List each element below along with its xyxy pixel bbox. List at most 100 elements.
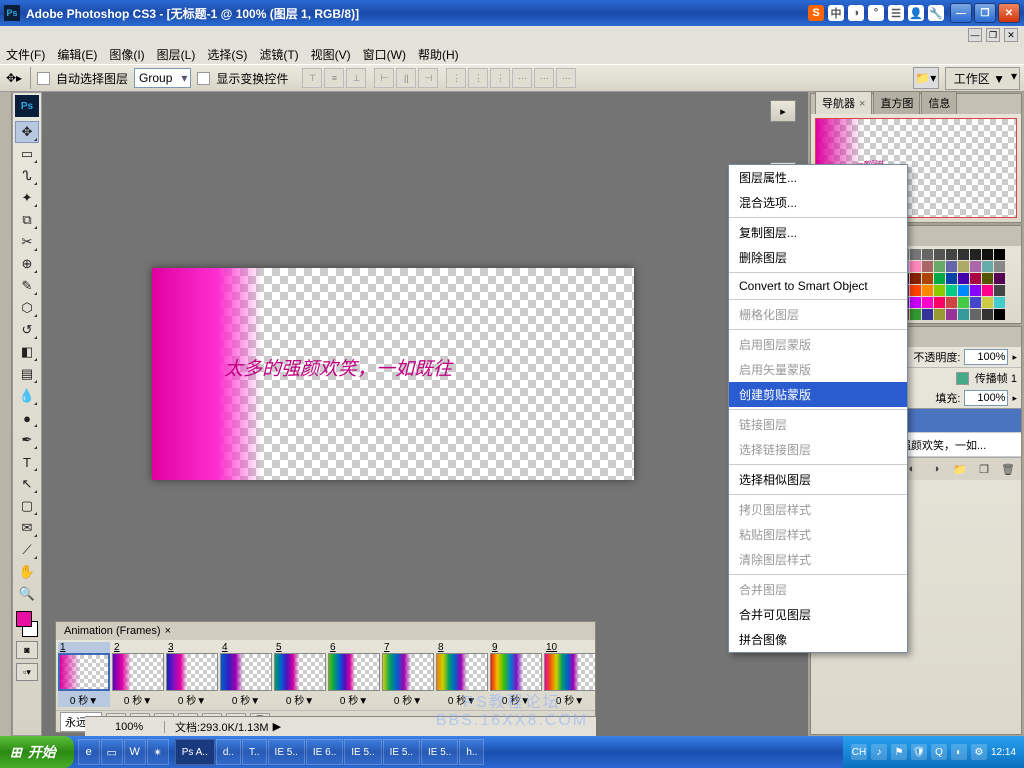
- color-swatches[interactable]: [14, 611, 40, 637]
- frame-7[interactable]: 70 秒▼: [382, 642, 434, 707]
- swatch[interactable]: [910, 297, 921, 308]
- align-vcenter[interactable]: ≡: [324, 68, 344, 88]
- zoom-field[interactable]: 100%: [85, 721, 165, 733]
- ctx-合并可见图层[interactable]: 合并可见图层: [729, 602, 907, 627]
- swatch[interactable]: [922, 261, 933, 272]
- ctx-选择相似图层[interactable]: 选择相似图层: [729, 467, 907, 492]
- swatch[interactable]: [922, 273, 933, 284]
- shape-tool[interactable]: ▢: [15, 495, 39, 517]
- swatch[interactable]: [982, 273, 993, 284]
- swatch[interactable]: [970, 309, 981, 320]
- dock-icon-1[interactable]: ▸: [770, 100, 796, 122]
- swatch[interactable]: [982, 309, 993, 320]
- swatch[interactable]: [946, 285, 957, 296]
- maximize-button[interactable]: ❐: [974, 3, 996, 23]
- task-button[interactable]: IE 5..: [383, 739, 420, 765]
- swatch[interactable]: [994, 285, 1005, 296]
- dist-6[interactable]: ⋯: [556, 68, 576, 88]
- ctx-复制图层...[interactable]: 复制图层...: [729, 220, 907, 245]
- ql-desktop-icon[interactable]: ▭: [101, 739, 123, 765]
- align-bottom[interactable]: ⊥: [346, 68, 366, 88]
- swatch[interactable]: [946, 249, 957, 260]
- swatch[interactable]: [946, 261, 957, 272]
- wand-tool[interactable]: ✦: [15, 187, 39, 209]
- history-brush-tool[interactable]: ↺: [15, 319, 39, 341]
- tab-info[interactable]: 信息: [921, 91, 957, 114]
- new-layer-icon[interactable]: ❐: [975, 461, 993, 477]
- stamp-tool[interactable]: ⬡: [15, 297, 39, 319]
- adjustment-layer-icon[interactable]: ◑: [927, 461, 945, 477]
- swatch[interactable]: [958, 309, 969, 320]
- tab-navigator[interactable]: 导航器×: [815, 91, 872, 114]
- ql-word-icon[interactable]: W: [124, 739, 146, 765]
- frame-2[interactable]: 20 秒▼: [112, 642, 164, 707]
- swatch[interactable]: [970, 261, 981, 272]
- ctx-创建剪贴蒙版[interactable]: 创建剪贴蒙版: [729, 382, 907, 407]
- task-button[interactable]: T..: [242, 739, 267, 765]
- swatch[interactable]: [994, 273, 1005, 284]
- align-left[interactable]: ⊢: [374, 68, 394, 88]
- task-button[interactable]: h..: [459, 739, 484, 765]
- ctx-图层属性...[interactable]: 图层属性...: [729, 165, 907, 190]
- tray-icon-2[interactable]: ⚑: [891, 744, 907, 760]
- quickmask-button[interactable]: ◙: [16, 641, 38, 659]
- move-tool-icon[interactable]: ✥▸: [4, 66, 24, 90]
- ql-ie-icon[interactable]: e: [78, 739, 100, 765]
- swatch[interactable]: [946, 273, 957, 284]
- swatch[interactable]: [922, 309, 933, 320]
- doc-minimize[interactable]: —: [968, 28, 982, 42]
- ctx-删除图层[interactable]: 删除图层: [729, 245, 907, 270]
- task-button[interactable]: d..: [216, 739, 241, 765]
- menu-select[interactable]: 选择(S): [207, 46, 247, 63]
- type-tool[interactable]: T: [15, 451, 39, 473]
- swatch[interactable]: [922, 249, 933, 260]
- move-tool[interactable]: ✥: [15, 121, 39, 143]
- dist-2[interactable]: ⋮: [468, 68, 488, 88]
- swatch[interactable]: [934, 285, 945, 296]
- slice-tool[interactable]: ✂: [15, 231, 39, 253]
- doc-close[interactable]: ✕: [1004, 28, 1018, 42]
- tray-lang[interactable]: CH: [851, 744, 867, 760]
- dist-1[interactable]: ⋮: [446, 68, 466, 88]
- show-transform-checkbox[interactable]: [197, 72, 210, 85]
- start-button[interactable]: ⊞开始: [0, 736, 74, 768]
- swatch[interactable]: [958, 297, 969, 308]
- menu-window[interactable]: 窗口(W): [363, 46, 406, 63]
- opacity-input[interactable]: 100%: [964, 349, 1008, 365]
- swatch[interactable]: [970, 273, 981, 284]
- ime-lang[interactable]: 中: [828, 5, 844, 21]
- dist-4[interactable]: ⋯: [512, 68, 532, 88]
- task-button[interactable]: Ps A..: [175, 739, 215, 765]
- ime-punct[interactable]: °: [868, 5, 884, 21]
- task-button[interactable]: IE 5..: [344, 739, 381, 765]
- swatch[interactable]: [910, 273, 921, 284]
- dist-5[interactable]: ⋯: [534, 68, 554, 88]
- swatch[interactable]: [970, 249, 981, 260]
- ime-shape[interactable]: ◑: [848, 5, 864, 21]
- workspace-selector[interactable]: 工作区 ▼: [945, 67, 1020, 90]
- delete-layer-icon[interactable]: 🗑: [999, 461, 1017, 477]
- notes-tool[interactable]: ✉: [15, 517, 39, 539]
- ctx-拼合图像[interactable]: 拼合图像: [729, 627, 907, 652]
- menu-filter[interactable]: 滤镜(T): [259, 46, 298, 63]
- auto-select-mode[interactable]: Group: [134, 68, 191, 88]
- close-icon[interactable]: ×: [165, 625, 171, 637]
- ime-keyboard[interactable]: ☰: [888, 5, 904, 21]
- dist-3[interactable]: ⋮: [490, 68, 510, 88]
- doc-restore[interactable]: ❐: [986, 28, 1000, 42]
- swatch[interactable]: [982, 285, 993, 296]
- frame-8[interactable]: 80 秒▼: [436, 642, 488, 707]
- swatch[interactable]: [910, 261, 921, 272]
- swatch[interactable]: [994, 297, 1005, 308]
- swatch[interactable]: [946, 297, 957, 308]
- swatch[interactable]: [946, 309, 957, 320]
- ql-msn-icon[interactable]: ✴: [147, 739, 169, 765]
- swatch[interactable]: [910, 309, 921, 320]
- task-button[interactable]: IE 6..: [306, 739, 343, 765]
- heal-tool[interactable]: ⊕: [15, 253, 39, 275]
- menu-view[interactable]: 视图(V): [311, 46, 351, 63]
- frame-4[interactable]: 40 秒▼: [220, 642, 272, 707]
- menu-image[interactable]: 图像(I): [109, 46, 144, 63]
- marquee-tool[interactable]: ▭: [15, 143, 39, 165]
- swatch[interactable]: [958, 285, 969, 296]
